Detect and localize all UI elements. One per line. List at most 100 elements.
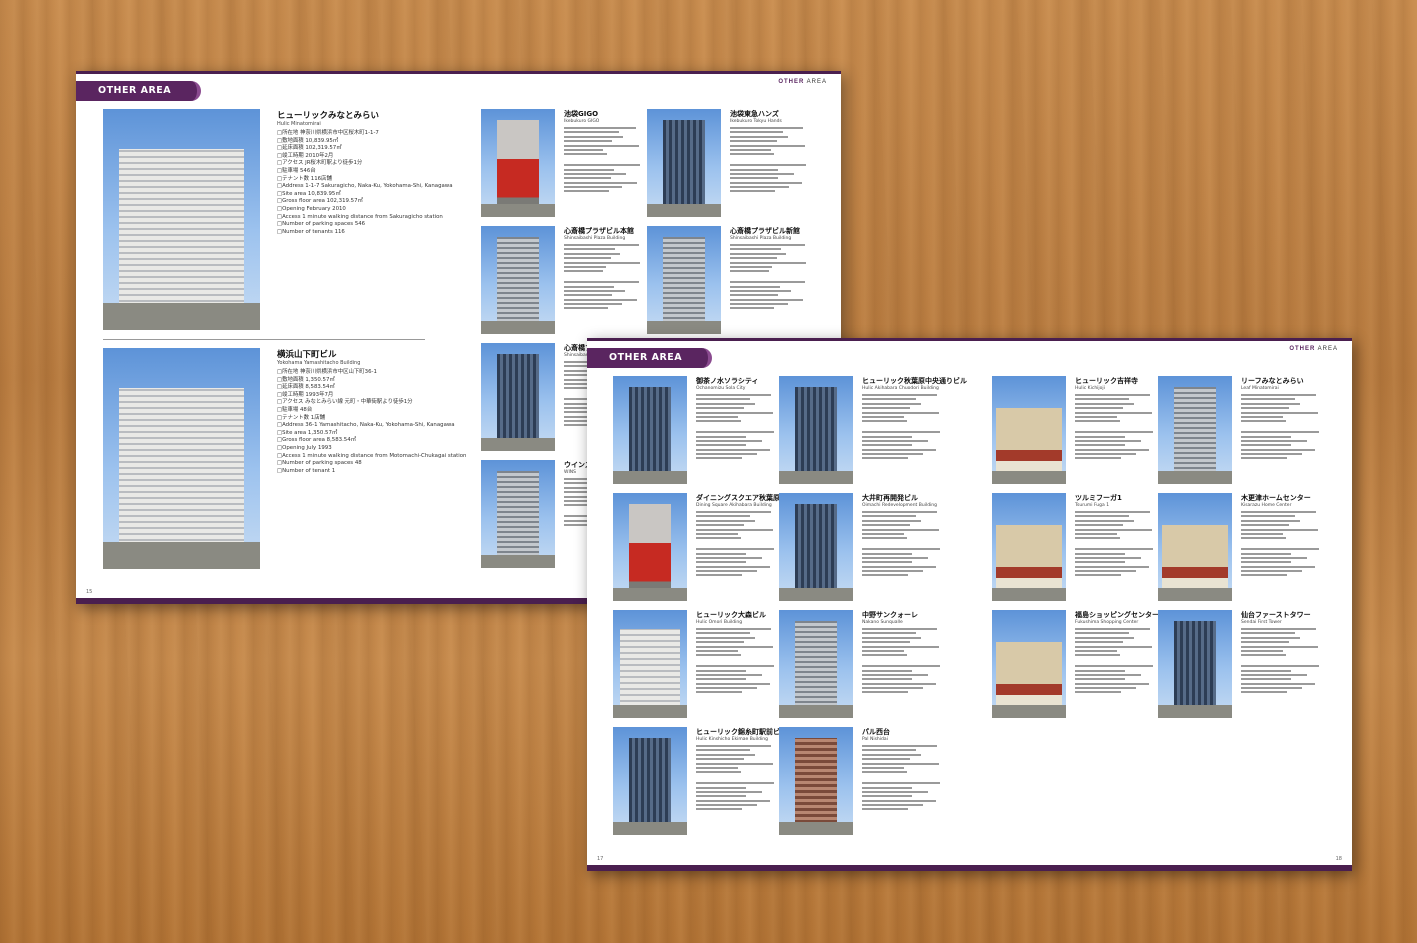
detail-en: □Access 1 minute walking distance from M… [277, 452, 467, 459]
property-name-ja: ダイニングスクエア秋葉原ビル [696, 494, 794, 502]
section-divider [103, 339, 425, 340]
building-photo [613, 727, 687, 835]
property-entry: 木更津ホームセンター Kisarazu Home Center [1241, 493, 1321, 579]
area-label-accent: OTHER [1289, 346, 1316, 352]
detail-ja: □駐車場 48台 [277, 406, 313, 413]
property-entry: 心斎橋プラザビル本館 Shinsaibashi Plaza Building [564, 226, 642, 312]
detail-ja: □アクセス JR桜木町駅より徒歩1分 [277, 160, 363, 167]
property-name-ja: 池袋GIGO [564, 110, 599, 118]
section-tab: OTHER AREA [76, 81, 202, 101]
detail-ja: □テナント数 116店舗 [277, 175, 332, 182]
property-name-ja: 横浜山下町ビル [277, 350, 337, 360]
property-name-en: Hulic Minatomirai [277, 121, 321, 127]
property-entry: パル西台 Pal Nishidai [862, 727, 942, 813]
detail-en: □Opening July 1993 [277, 444, 332, 451]
property-entry: ヒューリック吉祥寺 Hulic Kichijoji [1075, 376, 1155, 462]
property-name-ja: ヒューリック吉祥寺 [1075, 377, 1138, 385]
building-photo [481, 109, 555, 217]
property-name-ja: ヒューリック大森ビル [696, 611, 766, 619]
building-photo [992, 610, 1066, 718]
brochure-front-spread: OTHER AREA OTHER AREA 御茶ノ水ソラシティ Ochanomiz… [587, 338, 1352, 871]
building-photo [1158, 493, 1232, 601]
section-tab: OTHER AREA [587, 348, 713, 368]
page-number: 15 [86, 589, 93, 595]
property-name-en: Shinsaibashi Plaza Building [730, 236, 792, 241]
property-name-en: Ochanomizu Sola City [696, 386, 746, 391]
building-photo [481, 343, 555, 451]
building-photo [647, 226, 721, 334]
property-name-en: Pal Nishidai [862, 737, 888, 742]
detail-ja: □所在地 神奈川県横浜市中区桜木町1-1-7 [277, 130, 379, 136]
property-name-en: Sendai First Tower [1241, 620, 1282, 625]
property-entry: リーフみなとみらい Leaf Minatomirai [1241, 376, 1321, 462]
detail-en: □Address 1-1-7 Sakuragicho, Naka-Ku, Yok… [277, 183, 453, 190]
building-photo [992, 493, 1066, 601]
property-name-en: Ikebukuro GIGO [564, 119, 600, 124]
detail-ja: □駐車場 546台 [277, 167, 316, 174]
detail-en: □Gross floor area 102,319.57㎡ [277, 198, 363, 205]
building-photo [481, 460, 555, 568]
property-name-en: Tsurumi Fuga 1 [1075, 503, 1110, 508]
detail-en: □Number of parking spaces 546 [277, 221, 366, 228]
property-entry: ヒューリック錦糸町駅前ビル Hulic Kinshicho Ekimae Buil… [696, 727, 787, 813]
detail-en: □Number of tenant 1 [277, 467, 336, 474]
property-entry: ツルミフーガ1 Tsurumi Fuga 1 [1075, 493, 1155, 579]
property-name-en: Ikebukuro Tokyu Hands [730, 119, 782, 124]
property-entry: 御茶ノ水ソラシティ Ochanomizu Sola City [696, 376, 776, 462]
property-name-ja: 池袋東急ハンズ [730, 110, 779, 118]
building-photo [613, 610, 687, 718]
property-entry: 池袋東急ハンズ Ikebukuro Tokyu Hands [730, 109, 808, 195]
property-name-ja: 心斎橋プラザビル新館 [730, 227, 800, 235]
property-entry: ヒューリック大森ビル Hulic Omori Building [696, 610, 776, 696]
property-entry: 心斎橋プラザビル新館 Shinsaibashi Plaza Building [730, 226, 808, 312]
header-rule [76, 71, 841, 74]
building-photo [779, 727, 853, 835]
property-entry: 中野サンクォーレ Nakano Sunqualle [862, 610, 942, 696]
building-photo [1158, 376, 1232, 484]
detail-ja: □アクセス みなとみらい線 元町・中華街駅より徒歩1分 [277, 399, 413, 406]
property-name-ja: 中野サンクォーレ [862, 611, 918, 619]
property-name-en: Hulic Kinshicho Ekimae Building [696, 737, 768, 742]
detail-ja: □延床面積 8,583.54㎡ [277, 384, 335, 391]
property-name-ja: ツルミフーガ1 [1075, 494, 1122, 502]
property-name-ja: 木更津ホームセンター [1241, 494, 1311, 502]
page-number-left: 17 [597, 856, 604, 862]
property-name-ja: ヒューリック錦糸町駅前ビル [696, 728, 787, 736]
property-name-en: Hulic Kichijoji [1075, 386, 1105, 391]
detail-ja: □延床面積 102,319.57㎡ [277, 145, 342, 152]
area-label-rest: AREA [804, 79, 827, 85]
property-name-en: Fukushima Shopping Center [1075, 620, 1139, 625]
area-label: OTHER AREA [1289, 346, 1338, 352]
property-name-ja: 心斎橋プラザビル本館 [564, 227, 634, 235]
property-name-ja: ヒューリックみなとみらい [277, 111, 380, 121]
property-name-ja: ヒューリック秋葉原中央通りビル [862, 377, 967, 385]
building-photo [481, 226, 555, 334]
property-name-ja: パル西台 [862, 728, 890, 736]
detail-en: □Address 36-1 Yamashitacho, Naka-Ku, Yok… [277, 422, 455, 429]
property-name-en: Shinsaibashi Plaza Building [564, 236, 626, 241]
property-entry: 横浜山下町ビル Yokohama Yamashitacho Building □… [277, 348, 467, 475]
header-rule [587, 338, 1352, 341]
building-photo [779, 610, 853, 718]
property-name-en: Leaf Minatomirai [1241, 386, 1279, 391]
detail-ja: □所在地 神奈川県横浜市中区山下町36-1 [277, 369, 377, 375]
building-photo [992, 376, 1066, 484]
area-label: OTHER AREA [778, 79, 827, 85]
detail-en: □Number of parking spaces 48 [277, 460, 362, 467]
building-photo [613, 493, 687, 601]
property-entry: ヒューリックみなとみらい Hulic Minatomirai □所在地 神奈川県… [277, 109, 453, 236]
building-photo [779, 376, 853, 484]
property-name-en: Oimachi Redevelopment Building [862, 503, 938, 508]
property-name-en: Dining Square Akihabara Building [696, 503, 772, 508]
property-name-en: Hulic Akihabara Chuodori Building [862, 386, 939, 391]
detail-ja: □テナント数 1店舗 [277, 414, 325, 421]
building-photo [103, 109, 260, 330]
building-photo [647, 109, 721, 217]
detail-en: □Gross floor area 8,583.54㎡ [277, 437, 357, 444]
property-entry: 池袋GIGO Ikebukuro GIGO [564, 109, 642, 195]
area-label-accent: OTHER [778, 79, 805, 85]
property-name-en: Kisarazu Home Center [1241, 503, 1292, 508]
property-entry: 福島ショッピングセンター Fukushima Shopping Center [1075, 610, 1159, 696]
property-name-ja: 福島ショッピングセンター [1075, 611, 1159, 619]
property-name-ja: 御茶ノ水ソラシティ [696, 377, 759, 385]
